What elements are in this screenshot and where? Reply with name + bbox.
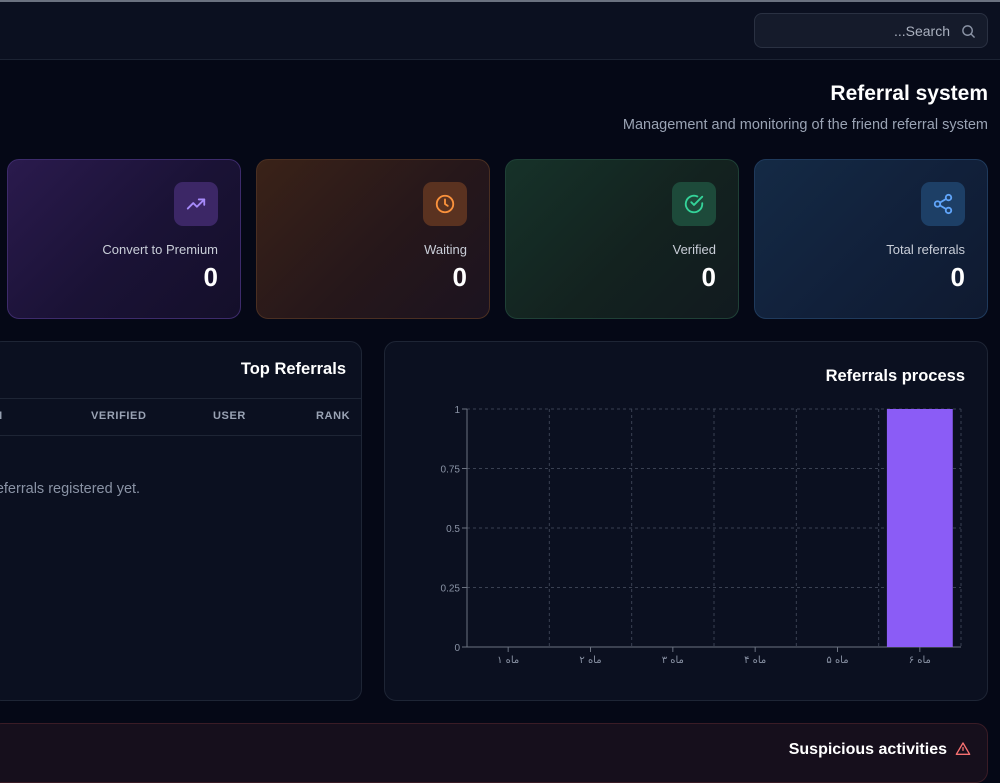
table-header: M VERIFIED USER RANK	[0, 398, 361, 436]
y-tick-label: 0	[454, 643, 460, 654]
stat-card-waiting: Waiting 0	[256, 159, 490, 319]
empty-state-text: referrals registered yet.	[0, 481, 141, 497]
y-tick-label: 0.75	[441, 465, 461, 476]
referrals-chart: 0 0.25 0.5 0.75 1 ماه ۱ ماه ۲ ماه ۳ ماه ۴ ماه ۵ ما…	[441, 405, 962, 666]
stat-value: 0	[701, 262, 716, 292]
stat-value: 0	[452, 262, 467, 292]
stat-card-total: Total referrals 0	[754, 159, 988, 319]
referrals-process-panel: Referrals process 0 0.25 0.5 0.75 1 ماه ۱ ماه …	[384, 341, 988, 701]
x-tick-label: ماه ۶	[909, 655, 931, 666]
suspicious-activities-panel: Suspicious activities	[0, 723, 988, 783]
y-tick-label: 1	[454, 405, 460, 416]
x-tick-label: ماه ۲	[579, 655, 601, 666]
top-bar: ...Search	[0, 2, 1000, 60]
check-circle-icon	[672, 182, 716, 226]
column-header-user[interactable]: USER	[213, 410, 246, 422]
stat-value: 0	[950, 262, 965, 292]
search-input[interactable]: ...Search	[754, 13, 988, 48]
top-referrals-title: Top Referrals	[240, 360, 346, 378]
column-header[interactable]: M	[0, 410, 3, 422]
search-icon[interactable]	[961, 24, 976, 39]
stat-label: Waiting	[424, 242, 467, 257]
page-subtitle: Management and monitoring of the friend …	[622, 117, 988, 133]
x-tick-label: ماه ۵	[826, 655, 848, 666]
clock-icon	[423, 182, 467, 226]
page-title: Referral system	[830, 82, 988, 105]
stat-label: Verified	[672, 242, 716, 257]
x-tick-label: ماه ۱	[497, 655, 519, 666]
y-tick-label: 0.25	[441, 584, 461, 595]
x-tick-label: ماه ۴	[744, 655, 766, 666]
share-icon	[921, 182, 965, 226]
warning-icon	[955, 742, 971, 755]
x-tick-label: ماه ۳	[662, 655, 684, 666]
top-referrals-panel: Top Referrals M VERIFIED USER RANK refer…	[0, 341, 362, 701]
stat-label: Convert to Premium	[102, 242, 218, 257]
suspicious-activities-title: Suspicious activities	[788, 741, 947, 758]
trending-up-icon	[174, 182, 218, 226]
column-header-rank[interactable]: RANK	[316, 410, 350, 422]
column-header-verified[interactable]: VERIFIED	[91, 410, 147, 422]
stat-card-premium: Convert to Premium 0	[7, 159, 241, 319]
stat-label: Total referrals	[886, 242, 965, 257]
stat-card-verified: Verified 0	[505, 159, 739, 319]
stat-value: 0	[203, 262, 218, 292]
chart-bar	[886, 409, 953, 647]
y-tick-label: 0.5	[446, 524, 460, 535]
search-placeholder: ...Search	[893, 23, 950, 39]
